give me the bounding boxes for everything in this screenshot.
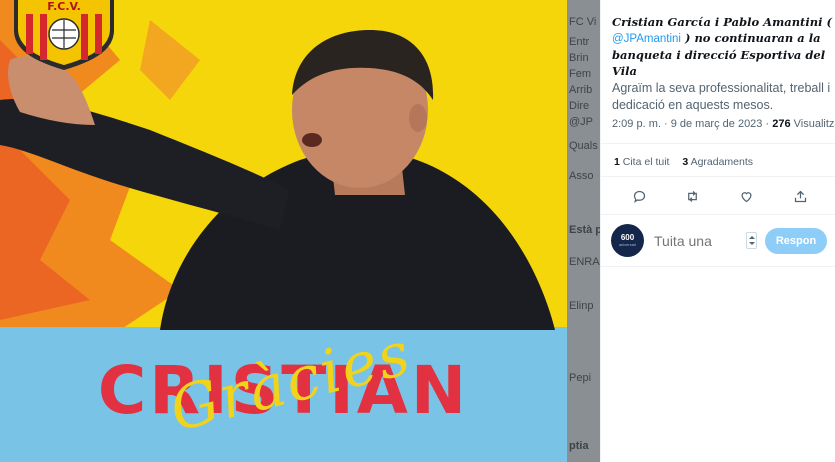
background-fragment: Està p: [569, 224, 600, 236]
background-fragment: Pepi: [569, 372, 592, 384]
background-fragment: Asso: [569, 170, 594, 182]
likes-count: 3: [682, 156, 689, 168]
share-icon: [794, 190, 806, 202]
tweet-detail-panel: Cristian Garcίa i Pablo Amantini ( @JPAm…: [600, 0, 835, 462]
reply-input[interactable]: [654, 233, 744, 249]
background-fragment: FC Vi: [569, 16, 597, 28]
background-fragment: Quals: [569, 140, 598, 152]
retweet-icon: [687, 190, 697, 202]
avatar-text: 600: [620, 233, 635, 242]
quotes-stat[interactable]: 1 Cita el tuit: [614, 156, 669, 168]
retweet-button[interactable]: [681, 185, 703, 207]
like-button[interactable]: [735, 185, 757, 207]
background-fragment: Dire: [569, 100, 590, 112]
share-button[interactable]: [789, 185, 811, 207]
background-page-strip: FC Vi Entr Brin Fem Arrib Dire @JP Quals…: [567, 0, 600, 462]
tweet-meta: 2:09 p. m. · 9 de març de 2023 · 276 Vis…: [612, 118, 835, 130]
tweet-text-part1: Cristian Garcίa i Pablo Amantini (: [612, 15, 832, 29]
background-fragment: Elinp: [569, 300, 594, 312]
tweet-timestamp[interactable]: 2:09 p. m. · 9 de març de 2023 ·: [612, 118, 769, 130]
divider: [601, 266, 835, 267]
background-fragment: @JP: [569, 116, 594, 128]
views-count: 276: [772, 118, 791, 130]
reply-submit-button[interactable]: Respon: [765, 228, 827, 254]
like-icon: [740, 191, 752, 202]
quotes-count: 1: [614, 156, 620, 168]
divider: [601, 143, 835, 144]
background-fragment: Entr: [569, 36, 590, 48]
avatar[interactable]: 600 aniversari: [611, 224, 644, 257]
background-fragment: Fem: [569, 68, 591, 80]
divider: [601, 214, 835, 215]
tweet-stats: 1 Cita el tuit 3 Agradaments: [614, 156, 753, 168]
divider: [601, 176, 835, 177]
likes-label: Agradaments: [690, 156, 754, 168]
reply-icon: [633, 190, 645, 203]
quotes-label: Cita el tuit: [622, 156, 670, 168]
club-badge-text: F.C.V.: [47, 0, 81, 13]
background-fragment: ENRA: [569, 256, 600, 268]
reply-composer: 600 aniversari Respon: [601, 222, 835, 260]
views-label: Visualitzacions: [793, 118, 835, 130]
background-fragment: Arrib: [569, 84, 593, 96]
tweet-media-image[interactable]: F.C.V. CRISTIAN Gràcies: [0, 0, 567, 462]
avatar-subtext: aniversari: [618, 242, 637, 247]
tweet-body: Agraïm la seva professionalitat, treball…: [612, 81, 831, 112]
expand-composer-icon[interactable]: [746, 232, 757, 249]
tweet-text: Cristian Garcίa i Pablo Amantini ( @JPAm…: [612, 14, 834, 79]
tweet-actions: [601, 185, 835, 207]
background-fragment: ptia: [569, 440, 589, 452]
mention-link[interactable]: @JPAmantini: [612, 33, 681, 45]
likes-stat[interactable]: 3 Agradaments: [682, 156, 753, 168]
background-fragment: Brin: [569, 52, 589, 64]
reply-button[interactable]: [628, 185, 650, 207]
